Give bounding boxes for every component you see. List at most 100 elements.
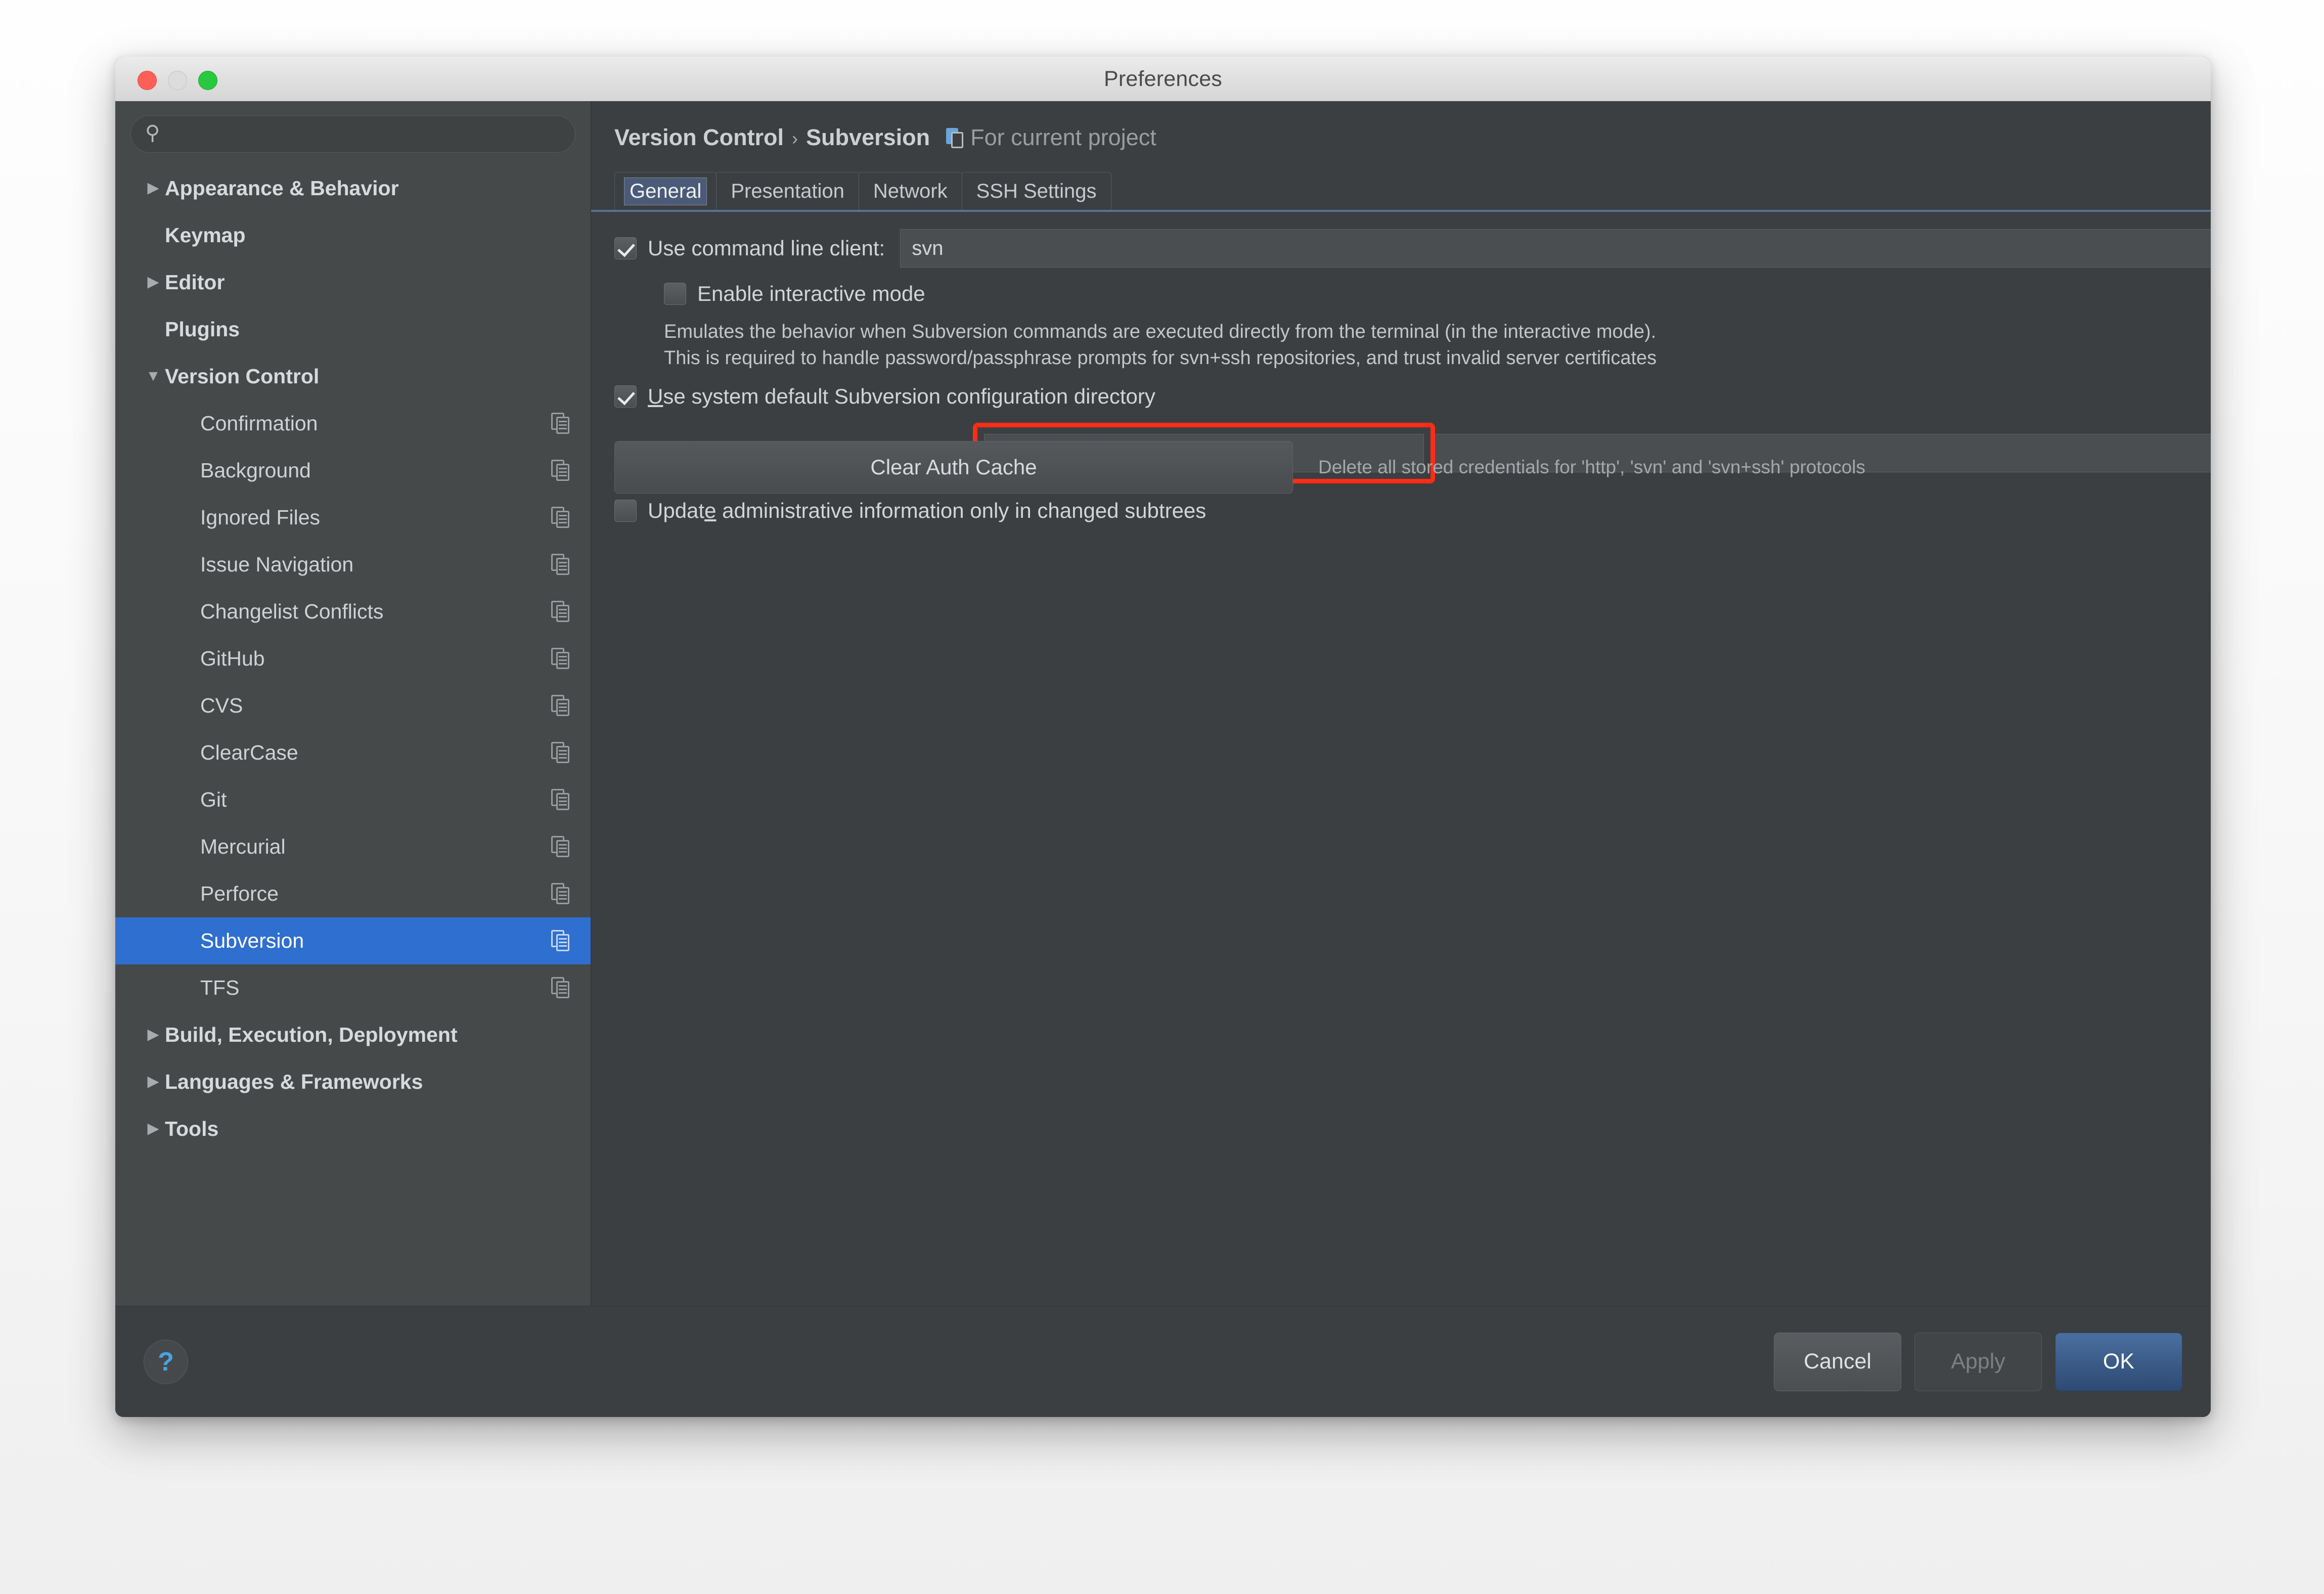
- chevron-right-icon[interactable]: ▶: [142, 274, 165, 290]
- breadcrumb-scope-label: For current project: [970, 124, 1156, 150]
- sidebar-item-label: Keymap: [165, 224, 246, 247]
- interactive-mode-description-line-2: This is required to handle password/pass…: [664, 347, 1657, 369]
- chevron-right-icon[interactable]: ▶: [142, 180, 165, 196]
- enable-interactive-mode-checkbox[interactable]: [664, 283, 686, 305]
- tab-label: General: [624, 177, 707, 205]
- search-container: ⚲: [115, 101, 591, 160]
- sidebar-item-label: TFS: [200, 976, 240, 999]
- project-scope-icon: [551, 882, 570, 905]
- tab-general[interactable]: General: [614, 172, 717, 210]
- settings-detail-pane: Version Control › Subversion For current…: [591, 101, 2211, 1306]
- sidebar-item-tfs[interactable]: TFS: [115, 964, 591, 1011]
- project-scope-icon: [551, 412, 570, 435]
- sidebar-item-ignored-files[interactable]: Ignored Files: [115, 494, 591, 541]
- use-system-default-config-dir-mnemonic: U: [648, 384, 663, 409]
- sidebar-item-label: Changelist Conflicts: [200, 600, 384, 623]
- project-scope-icon: [551, 647, 570, 670]
- sidebar-item-git[interactable]: Git: [115, 776, 591, 823]
- use-system-default-config-dir-label-rest: se system default Subversion configurati…: [663, 384, 1155, 409]
- use-command-line-client-checkbox[interactable]: [614, 237, 637, 259]
- sidebar-item-label: Ignored Files: [200, 506, 321, 529]
- update-administrative-info-checkbox[interactable]: [614, 500, 637, 522]
- apply-button: Apply: [1914, 1332, 2042, 1391]
- chevron-right-icon[interactable]: ▶: [142, 1121, 165, 1136]
- sidebar-item-label: Git: [200, 788, 227, 811]
- use-system-default-config-dir-label: Use system default Subversion configurat…: [648, 384, 1155, 409]
- sidebar-item-changelist-conflicts[interactable]: Changelist Conflicts: [115, 588, 591, 635]
- sidebar-item-label: Editor: [165, 271, 225, 294]
- sidebar-item-cvs[interactable]: CVS: [115, 682, 591, 729]
- tab-bar[interactable]: General Presentation Network SSH Settings: [591, 151, 2211, 210]
- sidebar-item-github[interactable]: GitHub: [115, 635, 591, 682]
- search-box[interactable]: ⚲: [130, 115, 575, 153]
- sidebar-item-version-control[interactable]: ▼ Version Control: [115, 353, 591, 400]
- interactive-mode-description: Emulates the behavior when Subversion co…: [614, 319, 2211, 371]
- sidebar-item-mercurial[interactable]: Mercurial: [115, 823, 591, 870]
- tab-presentation[interactable]: Presentation: [716, 172, 859, 210]
- sidebar-item-background[interactable]: Background: [115, 447, 591, 494]
- tab-label: Network: [873, 180, 948, 202]
- ok-button[interactable]: OK: [2055, 1332, 2182, 1391]
- sidebar-item-confirmation[interactable]: Confirmation: [115, 400, 591, 447]
- sidebar-item-languages-frameworks[interactable]: ▶ Languages & Frameworks: [115, 1058, 591, 1105]
- dialog-footer: ? Cancel Apply OK: [115, 1306, 2211, 1417]
- desktop-backdrop: Preferences ⚲ ▶Appearance & Behavior▶Key…: [0, 0, 2324, 1594]
- chevron-down-icon[interactable]: ▼: [142, 368, 165, 384]
- sidebar-item-label: Tools: [165, 1117, 219, 1140]
- enable-interactive-mode-row[interactable]: Enable interactive mode: [614, 282, 2211, 306]
- search-icon: ⚲: [145, 122, 160, 144]
- sidebar-item-subversion[interactable]: Subversion: [115, 917, 591, 964]
- sidebar-item-label: CVS: [200, 694, 243, 717]
- breadcrumb-current: Subversion: [806, 124, 930, 150]
- sidebar-item-label: Mercurial: [200, 835, 286, 858]
- clear-auth-cache-button[interactable]: Clear Auth Cache: [614, 441, 1293, 494]
- tab-label: SSH Settings: [976, 180, 1097, 202]
- sidebar-item-perforce[interactable]: Perforce: [115, 870, 591, 917]
- tab-network[interactable]: Network: [858, 172, 962, 210]
- command-line-client-path-input[interactable]: svn: [900, 229, 2211, 268]
- clear-auth-cache-row: Clear Auth Cache Delete all stored crede…: [614, 441, 2211, 494]
- chevron-right-icon[interactable]: ▶: [142, 1027, 165, 1042]
- sidebar-item-label: Perforce: [200, 882, 279, 905]
- use-command-line-client-label: Use command line client:: [648, 236, 885, 260]
- window-title: Preferences: [1103, 66, 1223, 91]
- project-scope-icon: [551, 600, 570, 623]
- update-administrative-info-label: Update administrative information only i…: [648, 499, 1206, 523]
- sidebar-item-tools[interactable]: ▶ Tools: [115, 1105, 591, 1153]
- project-scope-icon: [551, 835, 570, 858]
- update-administrative-info-row[interactable]: Update administrative information only i…: [614, 499, 2211, 523]
- use-system-default-config-dir-checkbox[interactable]: [614, 385, 637, 408]
- update-administrative-info-mnemonic: e: [704, 499, 717, 523]
- cancel-button[interactable]: Cancel: [1774, 1332, 1901, 1391]
- enable-interactive-mode-label: Enable interactive mode: [697, 282, 925, 305]
- sidebar-item-build-execution-deployment[interactable]: ▶ Build, Execution, Deployment: [115, 1011, 591, 1058]
- sidebar-item-clearcase[interactable]: ClearCase: [115, 729, 591, 776]
- search-input[interactable]: [168, 123, 561, 145]
- settings-tree[interactable]: ▶Appearance & Behavior▶Keymap▶Editor▶Plu…: [115, 160, 591, 1306]
- project-scope-icon: [946, 128, 964, 149]
- sidebar-item-label: Subversion: [200, 929, 304, 952]
- project-scope-icon: [551, 788, 570, 811]
- sidebar-item-editor[interactable]: ▶ Editor: [115, 259, 591, 306]
- clear-auth-cache-hint: Delete all stored credentials for 'http'…: [1318, 457, 1866, 478]
- settings-sidebar: ⚲ ▶Appearance & Behavior▶Keymap▶Editor▶P…: [115, 101, 591, 1306]
- use-command-line-client-row[interactable]: Use command line client: svn: [614, 229, 2211, 268]
- sidebar-item-issue-navigation[interactable]: Issue Navigation: [115, 541, 591, 588]
- command-line-client-path-value: svn: [912, 237, 944, 259]
- help-icon[interactable]: ?: [144, 1339, 188, 1384]
- sidebar-item-label: Background: [200, 459, 311, 482]
- chevron-right-icon[interactable]: ▶: [142, 1074, 165, 1089]
- sidebar-item-keymap[interactable]: ▶Keymap: [115, 212, 591, 259]
- window-titlebar: Preferences: [115, 57, 2211, 102]
- tab-ssh-settings[interactable]: SSH Settings: [961, 172, 1111, 210]
- preferences-window: Preferences ⚲ ▶Appearance & Behavior▶Key…: [115, 57, 2211, 1417]
- sidebar-item-appearance-behavior[interactable]: ▶ Appearance & Behavior: [115, 165, 591, 212]
- project-scope-icon: [551, 929, 570, 952]
- sidebar-item-plugins[interactable]: ▶Plugins: [115, 306, 591, 353]
- footer-button-group: Cancel Apply OK: [1774, 1332, 2182, 1391]
- use-system-default-config-dir-row[interactable]: Use system default Subversion configurat…: [614, 384, 2211, 409]
- update-administrative-info-label-rest: administrative information only in chang…: [716, 499, 1206, 523]
- sidebar-item-label: Plugins: [165, 318, 240, 341]
- breadcrumb-parent[interactable]: Version Control: [614, 124, 784, 151]
- sidebar-item-label: Appearance & Behavior: [165, 176, 399, 200]
